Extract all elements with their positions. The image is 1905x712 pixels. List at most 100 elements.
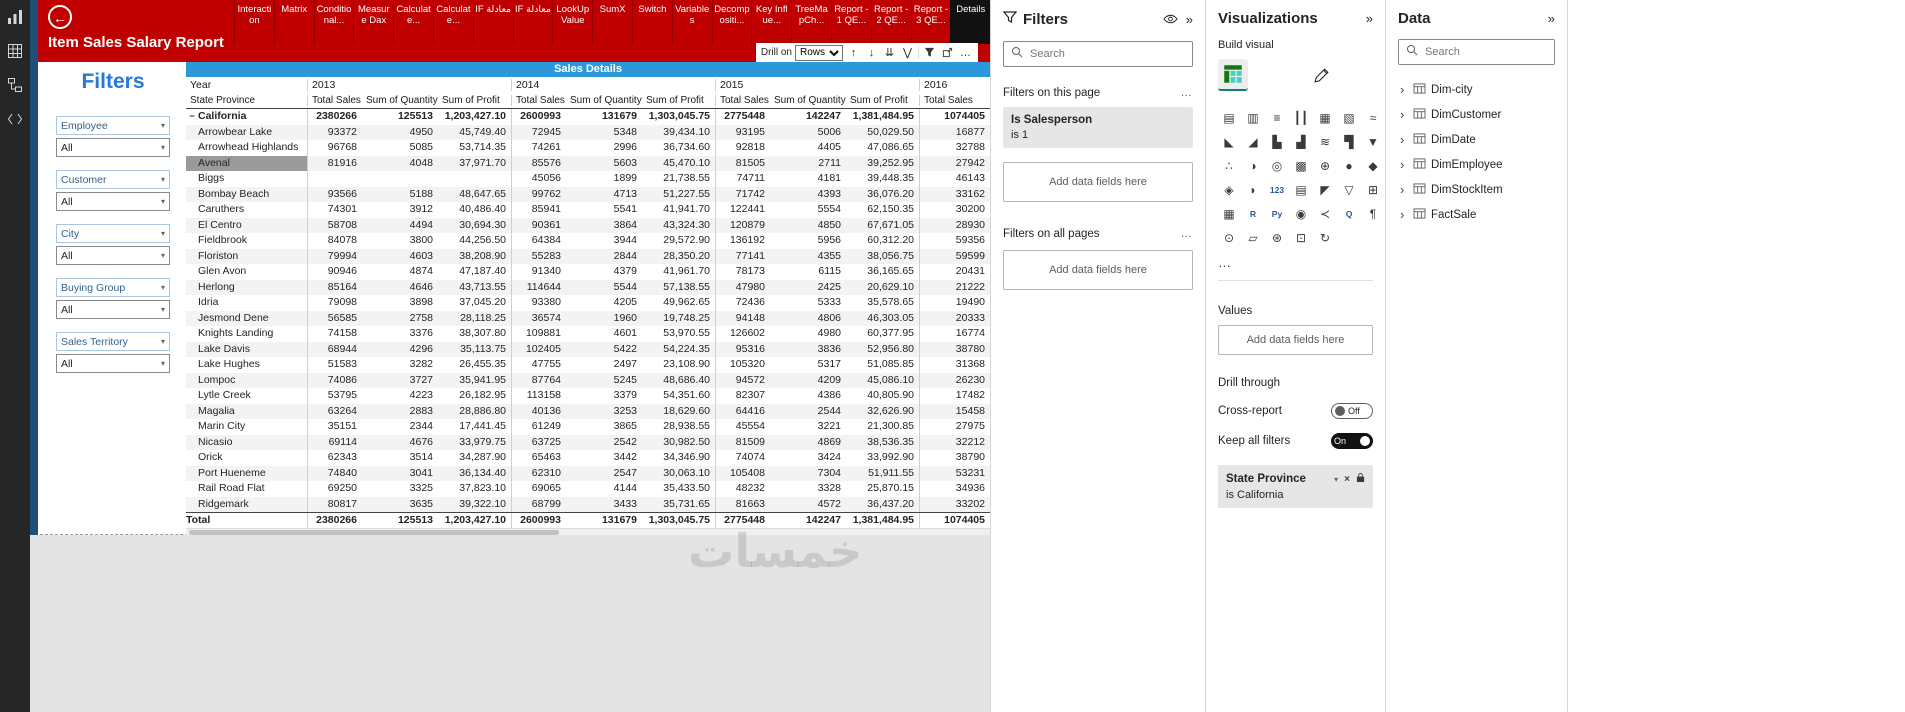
matrix-cell[interactable]: 48,647.65 [438,186,512,202]
matrix-cell[interactable]: 3635 [362,497,438,513]
matrix-cell[interactable]: 59599 [920,249,990,265]
matrix-cell[interactable]: 17482 [920,388,990,404]
waterfall-chart-icon[interactable]: ▜ [1338,131,1360,153]
matrix-cell[interactable]: 63725 [512,435,566,451]
matrix-cell[interactable]: 52,956.80 [846,341,920,357]
row-header-cell[interactable]: Lompoc [186,372,308,388]
line-and-stacked-column-chart-icon[interactable]: ▙ [1266,131,1288,153]
chevron-right-icon[interactable]: › [1400,183,1408,196]
model-view-icon[interactable] [0,68,30,102]
row-header-cell[interactable]: Magalia [186,403,308,419]
matrix-cell[interactable]: 64384 [512,233,566,249]
matrix-cell[interactable]: 109881 [512,326,566,342]
chevron-right-icon[interactable]: › [1400,108,1408,121]
sales-details-matrix[interactable]: Sales Details Year 2013 2014 2015 2016 S… [186,62,990,535]
table-row[interactable]: Lompoc 74086 3727 35,941.95 87764 5245 4… [186,372,990,389]
matrix-cell[interactable]: 113158 [512,388,566,404]
matrix-cell[interactable]: 38,536.35 [846,434,920,450]
filter-search-input[interactable] [1028,47,1185,61]
matrix-cell[interactable]: 68944 [308,342,362,358]
slicer-dropdown[interactable]: All ▾ [56,300,170,319]
matrix-cell[interactable]: 56585 [308,311,362,327]
matrix-cell[interactable]: 74158 [308,326,362,342]
matrix-cell[interactable]: 33,992.90 [846,450,920,466]
matrix-cell[interactable]: 49,962.65 [642,295,716,311]
get-more-visuals-icon[interactable]: … [1218,255,1373,270]
page-nav-tab[interactable]: Report -3 QE... [910,0,951,44]
column-header[interactable]: Sum of Profit [846,94,920,106]
matrix-cell[interactable]: 7304 [770,466,846,482]
slicer-header[interactable]: Buying Group ▾ [56,278,170,297]
table-row[interactable]: Port Hueneme 74840 3041 36,134.40 62310 … [186,465,990,482]
matrix-cell[interactable]: 37,045.20 [438,295,512,311]
year-header[interactable]: 2014 [512,78,716,91]
key-influencers-icon[interactable]: ◉ [1290,203,1312,225]
matrix-cell[interactable]: 122441 [716,202,770,218]
slicer-dropdown[interactable]: All ▾ [56,192,170,211]
matrix-cell[interactable]: 3442 [566,450,642,466]
matrix-cell[interactable]: 36,134.40 [438,465,512,481]
matrix-cell[interactable]: 35151 [308,419,362,435]
matrix-cell[interactable]: 72436 [716,295,770,311]
matrix-cell[interactable]: 84078 [308,233,362,249]
collapse-pane-icon[interactable]: » [1186,12,1193,27]
matrix-cell[interactable]: 5333 [770,295,846,311]
metrics-icon[interactable]: ⊙ [1218,227,1240,249]
matrix-cell[interactable]: 91340 [512,264,566,280]
chevron-right-icon[interactable]: › [1400,133,1408,146]
funnel-chart-icon[interactable]: ▼ [1362,131,1384,153]
matrix-cell[interactable]: 2380266 [308,513,362,528]
matrix-cell[interactable]: 45,086.10 [846,372,920,388]
matrix-cell[interactable]: 93380 [512,295,566,311]
matrix-cell[interactable]: 35,113.75 [438,341,512,357]
page-nav-tab[interactable]: Measure Dax [353,0,394,44]
matrix-cell[interactable]: 34,346.90 [642,450,716,466]
matrix-cell[interactable]: 1,203,427.10 [438,513,512,528]
page-nav-tab[interactable]: Interaction [234,0,274,44]
matrix-cell[interactable]: 74711 [716,171,770,187]
matrix-cell[interactable]: 2542 [566,435,642,451]
matrix-cell[interactable]: 40,805.90 [846,388,920,404]
table-row[interactable]: Fieldbrook 84078 3800 44,256.50 64384 39… [186,233,990,249]
page-nav-tab[interactable]: SumX [592,0,632,44]
slicer-dropdown[interactable]: All ▾ [56,354,170,373]
matrix-cell[interactable]: 74074 [716,450,770,466]
matrix-cell[interactable]: 81663 [716,497,770,513]
matrix-cell[interactable]: 41,941.70 [642,202,716,218]
expand-next-level-icon[interactable]: ⇊ [882,45,897,60]
matrix-cell[interactable]: 36574 [512,311,566,327]
matrix-cell[interactable]: 34,287.90 [438,450,512,466]
drill-through-filter-card[interactable]: State Province ▾ × is California [1218,465,1373,508]
matrix-cell[interactable]: 4980 [770,326,846,342]
matrix-cell[interactable]: 33,979.75 [438,434,512,450]
matrix-cell[interactable]: 77141 [716,249,770,265]
slicer-header[interactable]: City ▾ [56,224,170,243]
table-row[interactable]: Arrowhead Highlands 96768 5085 53,714.35… [186,140,990,156]
matrix-cell[interactable]: 120879 [716,218,770,234]
matrix-cell[interactable]: 93372 [308,125,362,141]
matrix-cell[interactable]: 50,029.50 [846,124,920,140]
matrix-cell[interactable]: 17,441.45 [438,419,512,435]
matrix-cell[interactable]: 5245 [566,373,642,389]
matrix-cell[interactable]: 81916 [308,156,362,172]
slicer-icon[interactable]: ▽ [1338,179,1360,201]
matrix-cell[interactable]: 1,303,045.75 [642,109,716,125]
matrix-cell[interactable]: 48,686.40 [642,372,716,388]
matrix-cell[interactable]: 19,748.25 [642,310,716,326]
matrix-cell[interactable]: 41,961.70 [642,264,716,280]
scrollbar-thumb[interactable] [189,529,559,535]
stacked-column-chart-icon[interactable]: ▥ [1242,107,1264,129]
python-visual-icon[interactable]: Py [1266,203,1288,225]
matrix-cell[interactable]: 105320 [716,357,770,373]
kpi-icon[interactable]: ◤ [1314,179,1336,201]
table-row[interactable]: Avenal 81916 4048 37,971.70 85576 5603 4… [186,155,990,172]
matrix-cell[interactable]: 37,823.10 [438,481,512,497]
table-row[interactable]: Floriston 79994 4603 38,208.90 55283 284… [186,248,990,265]
matrix-cell[interactable]: 51,911.55 [846,465,920,481]
page-nav-tab[interactable]: Calculate... [393,0,433,44]
matrix-cell[interactable]: 44,256.50 [438,233,512,249]
matrix-cell[interactable]: 131679 [566,513,642,528]
matrix-cell[interactable]: 4181 [770,171,846,187]
data-table-item[interactable]: › DimStockItem [1398,177,1555,202]
chevron-right-icon[interactable]: › [1400,83,1408,96]
